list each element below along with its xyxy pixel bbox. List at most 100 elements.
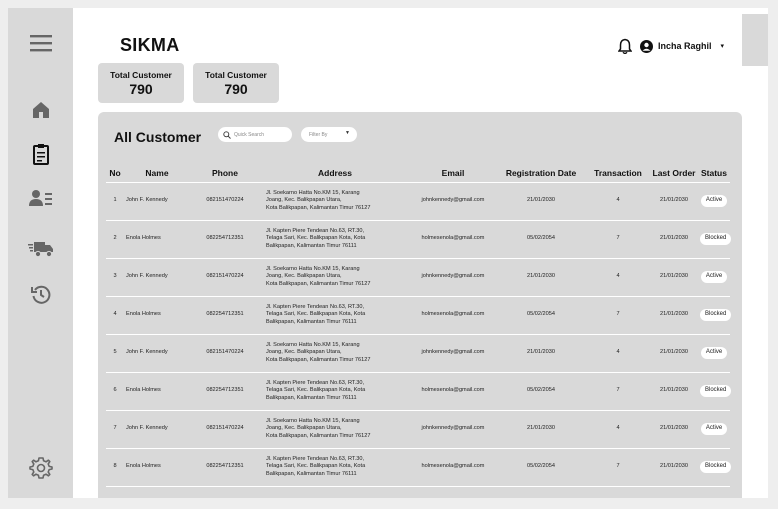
last-order-date: 21/01/2030 bbox=[650, 257, 698, 296]
last-order-date: 21/01/2030 bbox=[650, 371, 698, 410]
registration-date: 05/02/2054 bbox=[496, 219, 586, 258]
transaction-count: 7 bbox=[586, 295, 650, 334]
column-header[interactable]: Address bbox=[260, 164, 410, 182]
status-cell: Active bbox=[698, 333, 730, 372]
transaction-count: 4 bbox=[586, 409, 650, 448]
customer-name: John F. Kennedy bbox=[124, 333, 190, 372]
table-row[interactable]: 9Enola Holmes082254712351Jl. Kapten Pier… bbox=[106, 485, 730, 498]
status-cell: Active bbox=[698, 181, 730, 220]
customer-address: Jl. Kapten Piere Tendean No.63, RT.30, T… bbox=[260, 219, 410, 258]
status-badge: Blocked bbox=[700, 233, 732, 245]
registration-date: 21/01/2030 bbox=[496, 333, 586, 372]
table-row[interactable]: 5 John F. Kennedy 082151470224 Jl. Soekarno… bbox=[106, 333, 730, 372]
notification-bell-icon[interactable] bbox=[617, 38, 633, 55]
row-number: 7 bbox=[106, 409, 124, 448]
customers-panel: All Customer Quick Search Filter By ▼ No… bbox=[98, 112, 742, 498]
transaction-count: 7 bbox=[586, 219, 650, 258]
status-cell: Blocked bbox=[698, 295, 732, 334]
customer-address: Jl. Kapten Piere Tendean No.63, RT.30, T… bbox=[260, 371, 410, 410]
app-title: SIKMA bbox=[120, 35, 180, 55]
status-badge: Active bbox=[700, 195, 728, 207]
user-avatar-icon bbox=[640, 39, 653, 53]
settings-icon[interactable] bbox=[28, 455, 54, 481]
customer-phone: 082151470224 bbox=[190, 333, 260, 372]
customer-name: Enola Holmes bbox=[124, 371, 190, 410]
table-row[interactable]: 1 John F. Kennedy 082151470224 Jl. Soekarno… bbox=[106, 181, 730, 220]
stat-value: 790 bbox=[224, 81, 248, 97]
status-badge: Active bbox=[700, 271, 728, 283]
customer-address: Jl. Soekarno Hatta No.KM 15, Karang Joan… bbox=[260, 409, 410, 448]
table-row[interactable]: 7 John F. Kennedy 082151470224 Jl. Soekarno… bbox=[106, 409, 730, 448]
customer-name: John F. Kennedy bbox=[124, 181, 190, 220]
customer-name: Enola Holmes bbox=[124, 485, 190, 498]
chevron-down-icon: ▼ bbox=[345, 130, 350, 136]
column-header[interactable]: Name bbox=[124, 164, 190, 182]
row-number: 2 bbox=[106, 219, 124, 258]
menu-icon[interactable] bbox=[28, 30, 54, 56]
table-row[interactable]: 8 Enola Holmes 082254712351 Jl. Kapten Pier… bbox=[106, 447, 732, 486]
stat-value: 790 bbox=[129, 81, 153, 97]
column-header[interactable]: Phone bbox=[190, 164, 260, 182]
row-number: 5 bbox=[106, 333, 124, 372]
last-order-date: 21/01/2030 bbox=[650, 485, 698, 498]
scrollbar-thumb[interactable] bbox=[742, 14, 768, 66]
home-icon[interactable] bbox=[28, 97, 54, 123]
registration-date: 05/02/2054 bbox=[496, 485, 586, 498]
last-order-date: 21/01/2030 bbox=[650, 333, 698, 372]
search-input[interactable]: Quick Search bbox=[218, 127, 292, 142]
status-cell: Blocked bbox=[698, 485, 730, 498]
sidebar bbox=[8, 8, 73, 498]
row-number: 9 bbox=[106, 485, 124, 498]
customer-address: Jl. Kapten Piere Tendean No.63, RT.30, T… bbox=[260, 295, 410, 334]
registration-date: 05/02/2054 bbox=[496, 295, 586, 334]
status-badge: Blocked bbox=[700, 461, 732, 473]
status-cell: Blocked bbox=[698, 447, 732, 486]
transaction-count: 4 bbox=[586, 257, 650, 296]
filter-dropdown[interactable]: Filter By ▼ bbox=[301, 127, 357, 142]
customer-address: Jl. Soekarno Hatta No.KM 15, Karang Joan… bbox=[260, 257, 410, 296]
customers-table: No Name Phone Address Email Registration… bbox=[106, 164, 732, 498]
column-header[interactable]: Last Order bbox=[650, 164, 698, 182]
customer-phone: 082254712351 bbox=[190, 219, 260, 258]
customer-email: johnkennedy@gmail.com bbox=[410, 333, 496, 372]
column-header[interactable]: Status bbox=[698, 164, 730, 182]
table-header-row: No Name Phone Address Email Registration… bbox=[106, 164, 730, 182]
search-placeholder: Quick Search bbox=[234, 131, 265, 138]
delivery-truck-icon[interactable] bbox=[28, 236, 54, 262]
clipboard-icon[interactable] bbox=[28, 141, 54, 167]
transaction-count: 4 bbox=[586, 333, 650, 372]
customer-name: Enola Holmes bbox=[124, 219, 190, 258]
table-row[interactable]: 2 Enola Holmes 082254712351 Jl. Kapten Pier… bbox=[106, 219, 732, 258]
customers-icon[interactable] bbox=[28, 185, 54, 211]
user-menu[interactable]: Incha Raghil ▾ bbox=[640, 38, 724, 54]
customer-address: Jl. Kapten Piere Tendean No.63, RT.30, bbox=[260, 485, 410, 498]
table-row[interactable]: 3 John F. Kennedy 082151470224 Jl. Soekarno… bbox=[106, 257, 730, 296]
customer-email: holmesenola@gmail.com bbox=[410, 485, 496, 498]
history-icon[interactable] bbox=[28, 282, 54, 308]
customer-address: Jl. Kapten Piere Tendean No.63, RT.30, T… bbox=[260, 447, 410, 486]
stat-label: Total Customer bbox=[110, 70, 172, 80]
status-cell: Active bbox=[698, 257, 730, 296]
transaction-count: 4 bbox=[586, 181, 650, 220]
customer-address: Jl. Soekarno Hatta No.KM 15, Karang Joan… bbox=[260, 333, 410, 372]
panel-title: All Customer bbox=[114, 129, 202, 145]
customer-name: John F. Kennedy bbox=[124, 409, 190, 448]
customer-email: holmesenola@gmail.com bbox=[410, 447, 496, 486]
customer-phone: 082151470224 bbox=[190, 181, 260, 220]
filter-placeholder: Filter By bbox=[309, 131, 328, 138]
status-cell: Active bbox=[698, 409, 730, 448]
status-cell: Blocked bbox=[698, 371, 732, 410]
table-row[interactable]: 4 Enola Holmes 082254712351 Jl. Kapten Pier… bbox=[106, 295, 732, 334]
table-row[interactable]: 6 Enola Holmes 082254712351 Jl. Kapten Pier… bbox=[106, 371, 732, 410]
column-header[interactable]: Email bbox=[410, 164, 496, 182]
column-header[interactable]: No bbox=[106, 164, 124, 182]
last-order-date: 21/01/2030 bbox=[650, 409, 698, 448]
column-header[interactable]: Transaction bbox=[586, 164, 650, 182]
customer-email: holmesenola@gmail.com bbox=[410, 371, 496, 410]
status-badge: Active bbox=[700, 423, 728, 435]
registration-date: 21/01/2030 bbox=[496, 181, 586, 220]
customer-phone: 082254712351 bbox=[190, 295, 260, 334]
app-frame: SIKMA Incha Raghil ▾ Total Customer 790 … bbox=[8, 8, 768, 498]
column-header[interactable]: Registration Date bbox=[496, 164, 586, 182]
status-badge: Blocked bbox=[700, 309, 732, 321]
